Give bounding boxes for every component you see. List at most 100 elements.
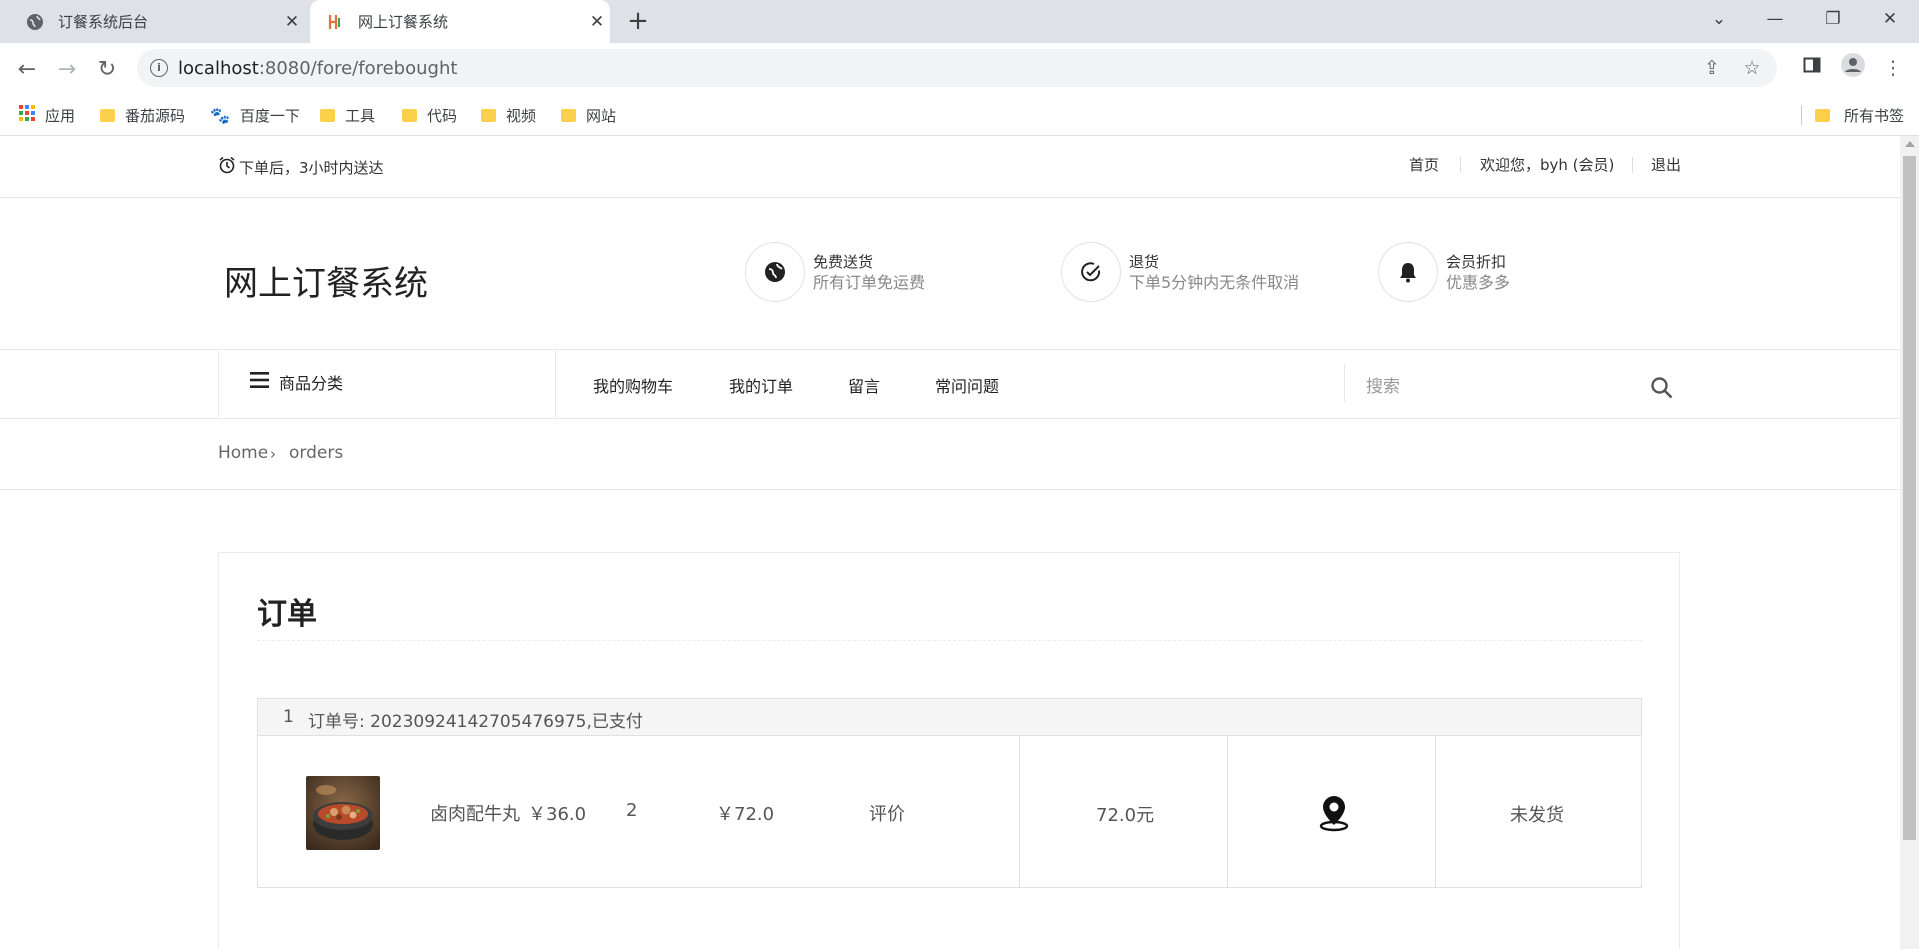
delivery-note-text: 下单后，3小时内送达	[239, 158, 384, 177]
breadcrumb-current: orders	[289, 443, 344, 463]
subtotal: ￥72.0	[716, 804, 775, 825]
bookmark-folder[interactable]: 网站	[561, 95, 616, 135]
nav-messages[interactable]: 留言	[848, 373, 880, 397]
folder-icon	[481, 108, 496, 122]
bookmark-folder[interactable]: 代码	[402, 95, 457, 135]
category-menu-button[interactable]: 商品分类	[250, 370, 343, 394]
url-text: localhost:8080/fore/forebought	[178, 58, 458, 79]
back-button[interactable]: ←	[10, 53, 44, 87]
bookmark-label: 番茄源码	[125, 106, 186, 125]
bookmark-label: 百度一下	[239, 106, 300, 125]
folder-icon	[1815, 108, 1830, 122]
side-panel-icon[interactable]	[1797, 53, 1827, 83]
order-index: 1	[283, 707, 294, 727]
bookmark-folder[interactable]: 视频	[481, 95, 536, 135]
logout-link[interactable]: 退出	[1651, 154, 1681, 175]
folder-icon	[561, 108, 576, 122]
bookmark-apps[interactable]: 应用	[19, 95, 75, 135]
bookmark-label: 应用	[45, 106, 76, 125]
browser-tab-shop[interactable]: 网上订餐系统 ✕	[310, 0, 610, 43]
forward-button[interactable]: →	[50, 53, 84, 87]
close-window-button[interactable]: ✕	[1862, 0, 1918, 40]
bookmark-folder[interactable]: 番茄源码	[100, 95, 185, 135]
folder-icon	[100, 108, 115, 122]
feature-title: 会员折扣	[1446, 252, 1507, 271]
bookmark-star-icon[interactable]: ☆	[1737, 53, 1767, 83]
product-name[interactable]: 卤肉配牛丸	[430, 800, 520, 826]
all-bookmarks-folder[interactable]: 所有书签	[1815, 95, 1904, 135]
globe-icon	[745, 242, 805, 302]
chevron-right-icon: ›	[270, 445, 276, 463]
divider	[0, 489, 1900, 490]
divider	[257, 640, 1642, 641]
folder-icon	[320, 108, 335, 122]
tab-title: 订餐系统后台	[58, 13, 149, 31]
bookmark-label: 工具	[345, 106, 376, 125]
new-tab-button[interactable]: +	[624, 8, 652, 36]
bookmark-label: 所有书签	[1844, 106, 1905, 125]
divider	[0, 418, 1900, 419]
browser-toolbar: ← → ↻ i localhost:8080/fore/forebought ⇪…	[0, 43, 1919, 95]
nav-faq[interactable]: 常问问题	[935, 373, 999, 397]
tab-search-icon[interactable]: ⌄	[1691, 0, 1747, 40]
bookmark-label: 代码	[427, 106, 458, 125]
quantity: 2	[626, 800, 638, 821]
scroll-up-arrow-icon[interactable]	[1905, 141, 1915, 147]
hamburger-menu-icon	[250, 372, 269, 392]
divider	[1460, 157, 1461, 173]
check-circle-icon	[1061, 242, 1121, 302]
review-link[interactable]: 评价	[869, 800, 905, 826]
product-image[interactable]	[306, 776, 380, 850]
site-favicon	[326, 13, 344, 31]
order-item-row: 卤肉配牛丸 ￥36.0 2 ￥72.0 评价 72.0元 未发货	[257, 736, 1642, 888]
nav-my-orders[interactable]: 我的订单	[729, 373, 793, 397]
breadcrumb-home[interactable]: Home	[218, 443, 268, 463]
feature-returns: 退货 下单5分钟内无条件取消	[1061, 242, 1299, 302]
restore-button[interactable]: ❐	[1805, 0, 1861, 40]
divider	[1344, 364, 1345, 402]
bell-icon	[1378, 242, 1438, 302]
site-info-icon[interactable]: i	[150, 59, 168, 77]
divider	[1632, 157, 1633, 173]
folder-icon	[402, 108, 417, 122]
browser-menu-icon[interactable]: ⋮	[1878, 53, 1908, 83]
scrollbar-thumb[interactable]	[1903, 156, 1916, 840]
delivery-note: 下单后，3小时内送达	[218, 156, 384, 178]
divider	[1227, 736, 1228, 887]
divider	[1019, 736, 1020, 887]
share-icon[interactable]: ⇪	[1697, 53, 1727, 83]
divider	[1435, 736, 1436, 887]
address-bar[interactable]: i localhost:8080/fore/forebought ⇪ ☆	[137, 49, 1777, 87]
feature-member-discount: 会员折扣 优惠多多	[1378, 242, 1510, 302]
search-input[interactable]: 搜索	[1366, 372, 1400, 397]
tab-close-icon[interactable]: ✕	[584, 12, 610, 32]
home-link[interactable]: 首页	[1409, 154, 1439, 175]
minimize-button[interactable]: —	[1747, 0, 1803, 40]
feature-subtitle: 所有订单免运费	[813, 272, 926, 292]
bookmark-baidu[interactable]: 🐾 百度一下	[210, 95, 300, 135]
reload-button[interactable]: ↻	[90, 53, 124, 87]
category-label: 商品分类	[279, 374, 344, 393]
feature-title: 退货	[1129, 252, 1160, 271]
feature-free-delivery: 免费送货 所有订单免运费	[745, 242, 925, 302]
shipping-status: 未发货	[1510, 805, 1564, 826]
bookmarks-bar: 应用 番茄源码 🐾 百度一下 工具 代码 视频 网站 所有书签	[0, 95, 1919, 136]
tab-close-icon[interactable]: ✕	[279, 12, 305, 32]
order-number-status: 订单号: 20230924142705476975,已支付	[308, 712, 643, 732]
unit-price: ￥36.0	[528, 804, 587, 825]
location-pin-icon[interactable]	[1318, 794, 1350, 836]
nav-cart[interactable]: 我的购物车	[593, 373, 673, 397]
bookmark-folder[interactable]: 工具	[320, 95, 375, 135]
divider	[0, 197, 1900, 198]
site-logo-title[interactable]: 网上订餐系统	[224, 256, 428, 305]
profile-avatar-icon[interactable]	[1838, 53, 1868, 83]
welcome-user[interactable]: 欢迎您，byh (会员)	[1480, 154, 1614, 175]
bookmark-label: 网站	[586, 106, 617, 125]
browser-tab-bar: 订餐系统后台 ✕ 网上订餐系统 ✕ + ⌄ — ❐ ✕	[0, 0, 1919, 43]
search-icon[interactable]	[1650, 376, 1674, 404]
browser-tab-admin[interactable]: 订餐系统后台 ✕	[10, 0, 305, 43]
tab-title: 网上订餐系统	[358, 13, 449, 31]
page-title: 订单	[257, 597, 317, 632]
globe-icon	[26, 13, 44, 31]
divider	[0, 349, 1900, 350]
